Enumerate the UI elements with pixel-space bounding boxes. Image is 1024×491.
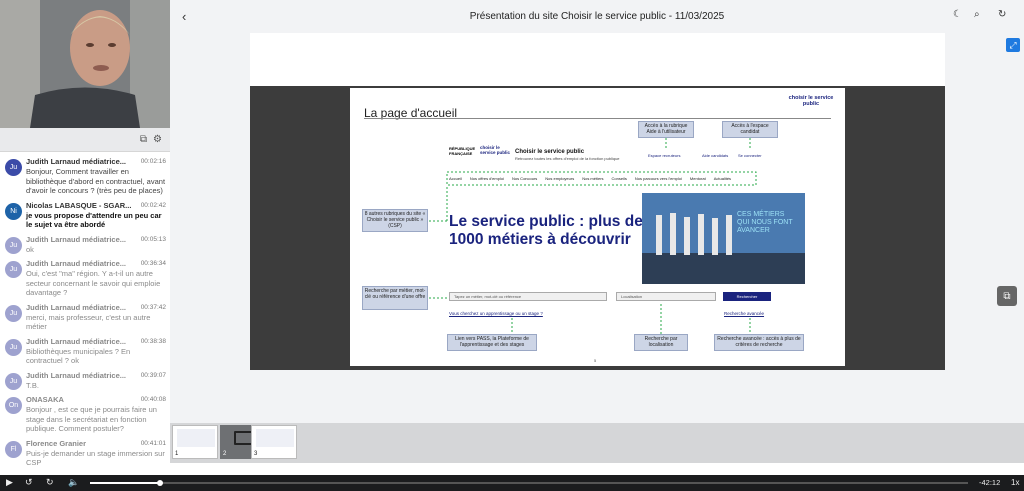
volume-icon[interactable]: 🔈: [68, 477, 79, 488]
slide-page-number: 5: [594, 358, 597, 363]
message-text: Bonjour , est ce que je pourrais faire u…: [26, 405, 157, 433]
callout-avancee: Recherche avancée : accès à plus de crit…: [714, 334, 804, 351]
chat-message: Fl Florence Granier 00:41:01 Puis-je demand…: [0, 438, 170, 468]
avatar: Ju: [5, 236, 22, 254]
message-author: Florence Granier: [26, 438, 87, 448]
slide-content: La page d'accueil choisir le service pub…: [350, 88, 845, 366]
thumbnail-1[interactable]: 1: [172, 425, 218, 459]
chat-message: Ni Nicolas LABASQUE - SGAR... 00:02:42 je v…: [0, 200, 170, 230]
message-text: Bibliothèques municipales ? En contractu…: [26, 346, 131, 366]
chat-message: On ONASAKA 00:40:08 Bonjour , est ce que je…: [0, 394, 170, 434]
hero-heading: Le service public : plus de 1000 métiers…: [449, 213, 643, 248]
playback-rate[interactable]: 1x: [1011, 478, 1019, 487]
avatar: Ju: [5, 338, 22, 356]
top-header: ‹ Présentation du site Choisir le servic…: [170, 0, 1024, 33]
progress-fill: [90, 482, 161, 484]
webcam-video: [0, 0, 170, 128]
chat-message: Ju Judith Larnaud médiatrice... 00:05:13 ok: [0, 234, 170, 255]
avatar: Ju: [5, 261, 22, 278]
message-author: ONASAKA: [26, 395, 64, 404]
message-text: merci, mais professeur, c'est un autre m…: [26, 312, 151, 332]
avatar: Ju: [5, 372, 22, 390]
callout-recherche: Recherche par métier, mot-clé ou référen…: [362, 286, 428, 310]
location-input: Localisation: [616, 292, 716, 301]
progress-handle[interactable]: [157, 480, 164, 486]
chat-message: Ju Judith Larnaud médiatrice... 00:38:38 Bi…: [0, 336, 170, 366]
hero-image: CES MÉTIERS QUI NOUS FONT AVANCER: [642, 193, 805, 284]
message-time: 00:38:38: [140, 337, 166, 345]
message-text: Oui, c'est "ma" région. Y a-t-il un autr…: [26, 269, 161, 297]
message-author: Judith Larnaud médiatrice...: [26, 259, 127, 268]
message-author: Judith Larnaud médiatrice...: [26, 336, 127, 346]
chat-message: Ju Judith Larnaud médiatrice... 00:39:07 T.…: [0, 370, 170, 391]
avatar: On: [5, 397, 22, 414]
media-player-bar: ▶ ↺ ↻ 🔈 -42:12 1x: [0, 475, 1024, 491]
copy-icon[interactable]: ⧉: [140, 134, 147, 145]
search-button: Rechercher: [723, 292, 771, 301]
message-author: Judith Larnaud médiatrice...: [26, 302, 127, 312]
chat-message: Ju Judith Larnaud médiatrice... 00:36:34 Ou…: [0, 258, 170, 298]
hero-caption: CES MÉTIERS QUI NOUS FONT AVANCER: [737, 211, 793, 234]
toggle-sidebar-icon[interactable]: ⧉: [997, 286, 1017, 306]
fullscreen-icon[interactable]: ⤢: [1006, 38, 1020, 52]
chat-panel[interactable]: Ju Judith Larnaud médiatrice... 00:02:16 Bo…: [0, 152, 170, 475]
message-text: ok: [26, 244, 34, 254]
message-time: 00:36:34: [140, 260, 166, 267]
progress-track[interactable]: [90, 480, 968, 486]
message-time: 00:02:16: [140, 158, 166, 165]
page-title: Présentation du site Choisir le service …: [469, 11, 725, 22]
refresh-icon[interactable]: ↻: [998, 9, 1006, 20]
people-walking-illustration: [642, 193, 805, 284]
chat-toolbar: ⧉ ⚙: [0, 128, 170, 152]
moon-icon[interactable]: ☾: [953, 9, 962, 20]
avatar: Ju: [5, 304, 22, 322]
thumbnail-3[interactable]: 3: [251, 425, 297, 459]
thumbnail-strip: 1 2 3: [170, 423, 1024, 463]
callout-rubriques: 8 autres rubriques du site « Choisir le …: [362, 209, 428, 232]
message-author: Judith Larnaud médiatrice...: [26, 370, 127, 380]
forward-icon[interactable]: ↻: [46, 477, 54, 488]
message-time: 00:39:07: [140, 371, 166, 379]
message-text: T.B.: [26, 380, 39, 390]
message-time: 00:05:13: [140, 235, 166, 243]
presenter-video-frame: [0, 0, 170, 128]
advanced-search-link: Recherche avancée: [724, 311, 765, 316]
message-text: Puis-je demander un stage immersion sur …: [26, 448, 165, 468]
chat-settings-icon[interactable]: ⚙: [153, 134, 162, 145]
message-author: Judith Larnaud médiatrice...: [26, 157, 127, 166]
message-author: Judith Larnaud médiatrice...: [26, 234, 127, 244]
search-icon[interactable]: ⌕: [974, 9, 980, 20]
play-icon[interactable]: ▶: [6, 477, 13, 488]
message-text: je vous propose d'attendre un peu car le…: [26, 210, 162, 230]
message-author: Nicolas LABASQUE - SGAR...: [26, 200, 132, 210]
message-text: Bonjour, Comment travailler en bibliothè…: [26, 167, 166, 195]
callout-pass: Lien vers PASS, la Plateforme de l'appre…: [447, 334, 537, 351]
avatar: Ju: [5, 159, 22, 176]
message-time: 00:40:08: [140, 396, 166, 403]
message-time: 00:02:42: [140, 201, 166, 209]
apprentissage-link: Vous cherchez un apprentissage ou un sta…: [449, 311, 543, 316]
callout-localisation: Recherche par localisation: [634, 334, 688, 351]
avatar: Fl: [5, 440, 22, 458]
message-time: 00:41:01: [140, 439, 166, 447]
message-time: 00:37:42: [140, 303, 166, 311]
chat-message: Ju Judith Larnaud médiatrice... 00:02:16 Bo…: [0, 156, 170, 196]
chat-message: Ju Judith Larnaud médiatrice... 00:37:42 me…: [0, 302, 170, 332]
rewind-icon[interactable]: ↺: [25, 477, 33, 488]
search-input: Tapez un métier, mot-clé ou référence: [449, 292, 607, 301]
remaining-time: -42:12: [979, 478, 1001, 487]
avatar: Ni: [5, 202, 22, 220]
